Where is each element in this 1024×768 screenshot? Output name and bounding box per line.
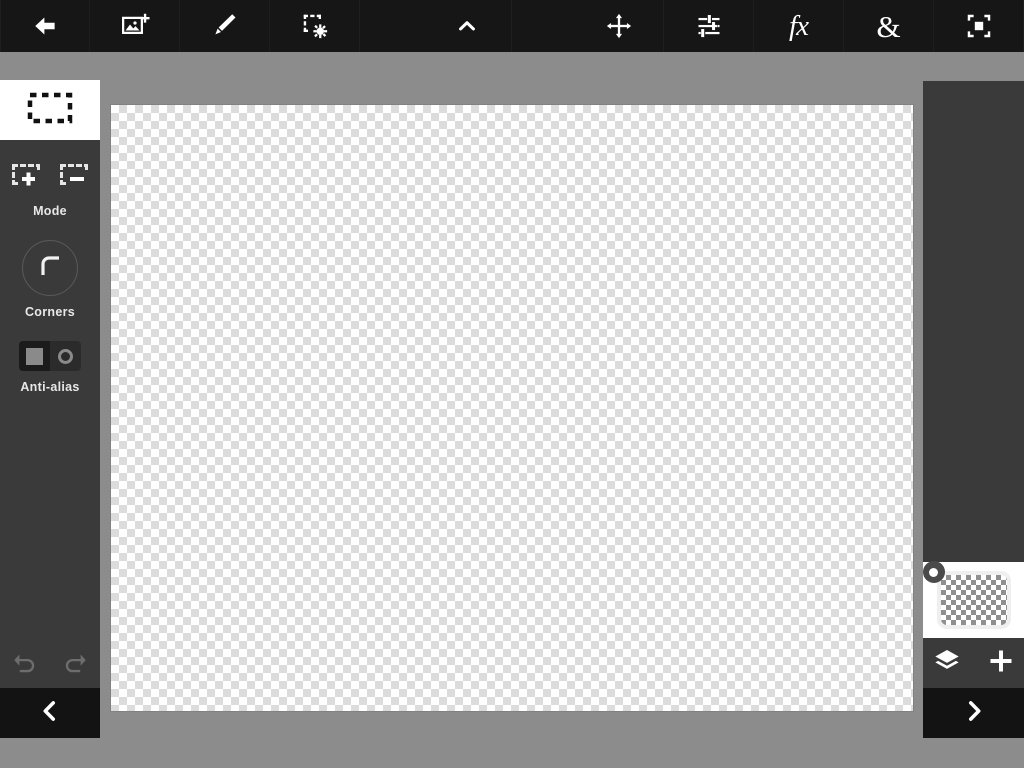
top-toolbar: fx & [0, 0, 1024, 52]
selection-settings-icon [300, 11, 330, 41]
expand-toolbar-button[interactable] [422, 0, 512, 52]
toolbar-spacer-right [512, 0, 574, 52]
filled-square-icon [26, 347, 43, 365]
option-label-corners: Corners [24, 305, 76, 319]
pencil-icon [210, 11, 240, 41]
effects-button[interactable]: fx [754, 0, 844, 52]
image-canvas[interactable] [111, 105, 913, 711]
rounded-corner-icon [35, 251, 65, 286]
arrow-left-icon [30, 11, 60, 41]
ampersand-icon: & [876, 8, 901, 44]
fit-screen-button[interactable] [934, 0, 1024, 52]
back-button[interactable] [0, 0, 90, 52]
circle-outline-icon [58, 348, 73, 364]
antialias-toggle[interactable] [19, 341, 81, 371]
option-group-antialias: Anti-alias [0, 319, 100, 394]
option-label-mode: Mode [33, 204, 67, 218]
dashed-rectangle-icon [26, 90, 74, 131]
layer-visibility-toggle[interactable] [922, 561, 945, 583]
add-image-button[interactable] [90, 0, 180, 52]
selection-add-icon[interactable] [10, 162, 42, 195]
antialias-on-button[interactable] [50, 341, 81, 371]
option-group-corners: Corners [0, 218, 100, 319]
option-label-antialias: Anti-alias [20, 380, 80, 394]
fit-screen-icon [965, 12, 993, 40]
sliders-icon [695, 12, 723, 40]
layers-button[interactable] [933, 647, 961, 680]
collapse-left-panel-button[interactable] [0, 688, 100, 738]
blend-button[interactable]: & [844, 0, 934, 52]
corners-dial[interactable] [22, 240, 78, 296]
history-controls [0, 640, 100, 688]
option-group-mode: Mode [0, 140, 100, 218]
add-image-icon [120, 11, 150, 41]
layer-item[interactable] [922, 561, 1024, 638]
layer-list [922, 81, 1024, 638]
add-layer-button[interactable] [987, 647, 1015, 680]
toolbar-spacer-left [360, 0, 422, 52]
collapse-right-panel-button[interactable] [923, 688, 1024, 738]
right-layers-panel [922, 81, 1024, 688]
transform-button[interactable] [574, 0, 664, 52]
selection-subtract-icon[interactable] [58, 162, 90, 195]
adjustments-button[interactable] [664, 0, 754, 52]
chevron-left-icon [35, 696, 65, 731]
undo-button[interactable] [11, 648, 39, 681]
rectangular-marquee-tool[interactable] [0, 80, 100, 140]
layer-toolbar [923, 638, 1024, 688]
draw-button[interactable] [180, 0, 270, 52]
redo-button[interactable] [61, 648, 89, 681]
antialias-off-button[interactable] [19, 341, 50, 371]
chevron-right-icon [959, 696, 989, 731]
layer-thumbnail [922, 561, 1007, 625]
move-arrows-icon [605, 12, 633, 40]
chevron-up-icon [453, 12, 481, 40]
selection-tools-button[interactable] [270, 0, 360, 52]
left-tool-panel: Mode Corners Anti-alias [0, 80, 100, 688]
fx-icon: fx [789, 9, 809, 42]
